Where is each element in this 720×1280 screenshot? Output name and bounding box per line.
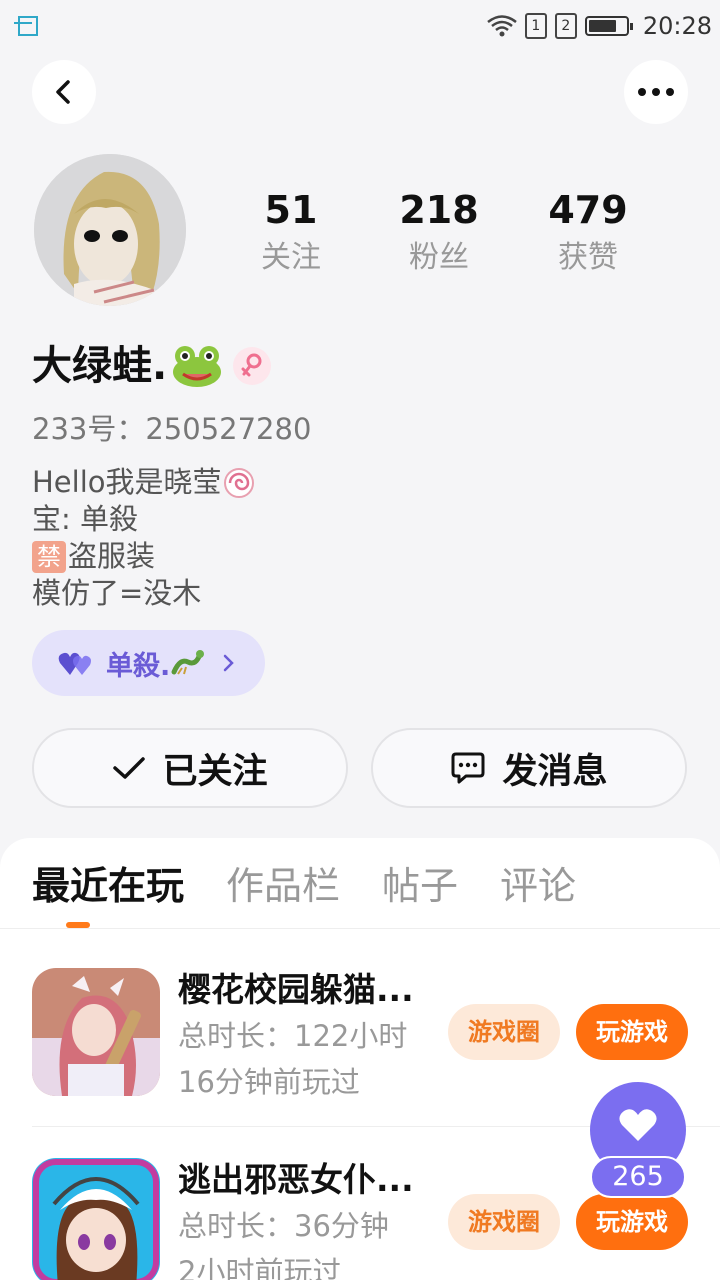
back-button[interactable] xyxy=(32,60,96,124)
bio-text: 盗服装 xyxy=(68,539,156,573)
following-label: 已关注 xyxy=(162,751,268,792)
bio-text: 模仿了=没木 xyxy=(32,576,202,610)
stat-following[interactable]: 51 关注 xyxy=(221,186,361,280)
game-playtime: 总时长：36分钟 xyxy=(178,1209,389,1243)
play-game-button[interactable]: 玩游戏 xyxy=(576,1194,688,1250)
more-options-button[interactable] xyxy=(624,60,688,124)
play-game-button[interactable]: 玩游戏 xyxy=(576,1004,688,1060)
bio-text: Hello我是晓莹 xyxy=(32,465,222,499)
send-message-button[interactable]: 发消息 xyxy=(371,728,687,808)
frog-emoji-icon xyxy=(173,346,222,387)
linked-hearts-icon xyxy=(58,652,91,675)
ban-badge-icon: 禁 xyxy=(32,540,66,573)
bio-text: 宝: 单殺 xyxy=(32,502,138,536)
stat-value: 479 xyxy=(548,188,628,232)
tab-recently-played[interactable]: 最近在玩 xyxy=(32,860,184,912)
tab-works[interactable]: 作品栏 xyxy=(226,860,340,912)
avatar-image xyxy=(34,154,186,306)
like-count: 265 xyxy=(590,1156,686,1198)
bio: Hello我是晓莹 宝: 单殺 禁 盗服装 模仿了=没木 xyxy=(32,464,256,612)
send-message-label: 发消息 xyxy=(502,751,608,792)
heart-icon xyxy=(619,1109,657,1141)
game-circle-button[interactable]: 游戏圈 xyxy=(448,1004,560,1060)
stat-followers[interactable]: 218 粉丝 xyxy=(369,186,509,280)
user-id: 233号：250527280 xyxy=(32,412,312,446)
clock: 20:28 xyxy=(642,12,712,40)
bio-line-2: 宝: 单殺 xyxy=(32,501,256,538)
sim2-icon: 2 xyxy=(554,13,577,39)
sim1-icon: 1 xyxy=(524,13,547,39)
bio-line-1: Hello我是晓莹 xyxy=(32,464,256,501)
stat-likes[interactable]: 479 获赞 xyxy=(518,186,658,280)
check-icon xyxy=(113,757,146,779)
chevron-right-icon xyxy=(224,654,235,672)
game-icon xyxy=(32,1158,160,1280)
game-title: 逃出邪恶女仆... xyxy=(178,1160,414,1199)
game-last-played: 16分钟前玩过 xyxy=(178,1065,360,1099)
stat-label: 获赞 xyxy=(558,240,618,275)
chevron-left-icon xyxy=(56,80,70,104)
game-title: 樱花校园躲猫... xyxy=(178,970,414,1009)
profile-tabs: 最近在玩 作品栏 帖子 评论 xyxy=(32,860,618,912)
game-cover-image xyxy=(32,968,160,1096)
username: ​​​大绿蛙. xyxy=(32,338,272,394)
game-last-played: 2小时前玩过 xyxy=(178,1255,342,1280)
username-text: ​​​大绿蛙. xyxy=(32,343,168,389)
battery-level xyxy=(588,20,616,32)
game-cover-image xyxy=(32,1158,160,1280)
candy-emoji-icon xyxy=(223,467,254,498)
cp-link-pill[interactable]: 单殺. xyxy=(32,630,265,696)
more-dots-icon xyxy=(638,88,674,96)
dragon-emoji-icon xyxy=(171,650,205,675)
wifi-icon xyxy=(487,15,517,37)
stat-value: 218 xyxy=(399,188,479,232)
avatar[interactable] xyxy=(34,154,186,306)
stat-label: 关注 xyxy=(261,240,321,275)
bio-line-4: 模仿了=没木 xyxy=(32,575,256,612)
screenshot-crop-icon xyxy=(14,16,38,36)
following-button[interactable]: 已关注 xyxy=(32,728,348,808)
battery-icon xyxy=(584,16,633,36)
stat-label: 粉丝 xyxy=(409,240,469,275)
game-icon xyxy=(32,968,160,1096)
content-panel: 最近在玩 作品栏 帖子 评论 樱花校园躲猫... 总时长：122小时 16分钟前… xyxy=(0,838,720,1280)
tab-posts[interactable]: 帖子 xyxy=(382,860,458,912)
game-circle-button[interactable]: 游戏圈 xyxy=(448,1194,560,1250)
tab-comments[interactable]: 评论 xyxy=(500,860,576,912)
chat-bubble-icon xyxy=(451,752,485,784)
stat-value: 51 xyxy=(264,188,318,232)
bio-line-3: 禁 盗服装 xyxy=(32,538,256,575)
cp-label: 单殺. xyxy=(106,650,171,682)
status-bar: 1 2 20:28 xyxy=(0,0,720,52)
female-icon xyxy=(241,353,262,377)
female-gender-badge xyxy=(233,347,272,385)
game-playtime: 总时长：122小时 xyxy=(178,1019,408,1053)
tab-divider xyxy=(0,928,720,929)
